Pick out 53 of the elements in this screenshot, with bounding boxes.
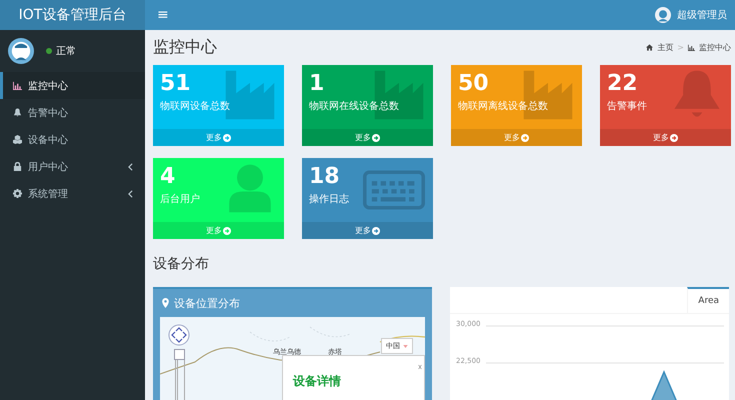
arrow-circle-right-icon <box>223 226 231 234</box>
sidebar-menu-item[interactable]: 监控中心 <box>0 72 145 99</box>
status-dot-icon <box>46 48 52 54</box>
stat-label: 后台用户 <box>160 192 201 206</box>
user-status: 正常 <box>56 44 76 58</box>
map-marker-icon <box>162 298 169 308</box>
sidebar-menu-item[interactable]: 设备中心 <box>0 126 145 153</box>
close-icon[interactable] <box>418 364 422 370</box>
bell-icon <box>13 108 22 117</box>
stat-value: 51 <box>160 70 191 98</box>
stat-value: 1 <box>309 70 324 98</box>
breadcrumb-link[interactable]: 主页 <box>657 42 674 53</box>
stat-value: 22 <box>607 70 638 98</box>
arrow-circle-right-icon <box>223 134 231 142</box>
section-title: 设备分布 <box>153 255 210 273</box>
user-avatar-icon[interactable] <box>655 7 671 23</box>
cubes-icon <box>13 135 22 144</box>
lock-icon <box>13 162 22 171</box>
menu-toggle-button[interactable]: ≡ <box>153 7 173 23</box>
home-icon <box>646 44 654 51</box>
more-info-link[interactable]: 更多 <box>302 129 433 146</box>
panel-title: 设备位置分布 <box>174 296 240 310</box>
more-info-link[interactable]: 更多 <box>600 129 731 146</box>
arrow-circle-right-icon <box>372 226 380 234</box>
chart-icon <box>688 44 695 51</box>
user-name-link[interactable]: 超级管理员 <box>677 8 727 22</box>
caret-down-icon <box>403 344 408 348</box>
stat-label: 物联网离线设备总数 <box>458 100 549 113</box>
chart-tab[interactable]: Area <box>687 287 729 313</box>
stat-value: 18 <box>309 163 340 191</box>
sidebar-menu-item[interactable]: 告警中心 <box>0 99 145 126</box>
breadcrumb-link[interactable]: 监控中心 <box>699 42 731 53</box>
stat-label: 告警事件 <box>607 100 648 113</box>
stat-label: 物联网在线设备总数 <box>309 100 400 113</box>
stat-value: 50 <box>458 70 489 98</box>
stat-label: 操作日志 <box>309 192 350 206</box>
more-info-link[interactable]: 更多 <box>302 222 433 239</box>
pan-control-icon[interactable] <box>168 324 190 346</box>
sidebar-menu-item[interactable]: 系统管理 <box>0 180 145 207</box>
app-logo[interactable]: IOT设备管理后台 <box>0 0 145 30</box>
arrow-circle-right-icon <box>670 134 678 142</box>
gear-icon <box>13 189 22 198</box>
breadcrumb-separator: > <box>677 43 684 52</box>
user-avatar-icon <box>8 38 34 64</box>
stat-value: 4 <box>160 163 176 191</box>
arrow-circle-right-icon <box>372 134 380 142</box>
info-window-title: 设备详情 <box>293 374 341 388</box>
keyboard-icon <box>363 170 425 210</box>
chart-icon <box>13 81 22 90</box>
stat-label: 物联网设备总数 <box>160 100 231 113</box>
arrow-circle-right-icon <box>521 134 529 142</box>
sidebar-menu-item[interactable]: 用户中心 <box>0 153 145 180</box>
page-title: 监控中心 <box>153 37 217 58</box>
